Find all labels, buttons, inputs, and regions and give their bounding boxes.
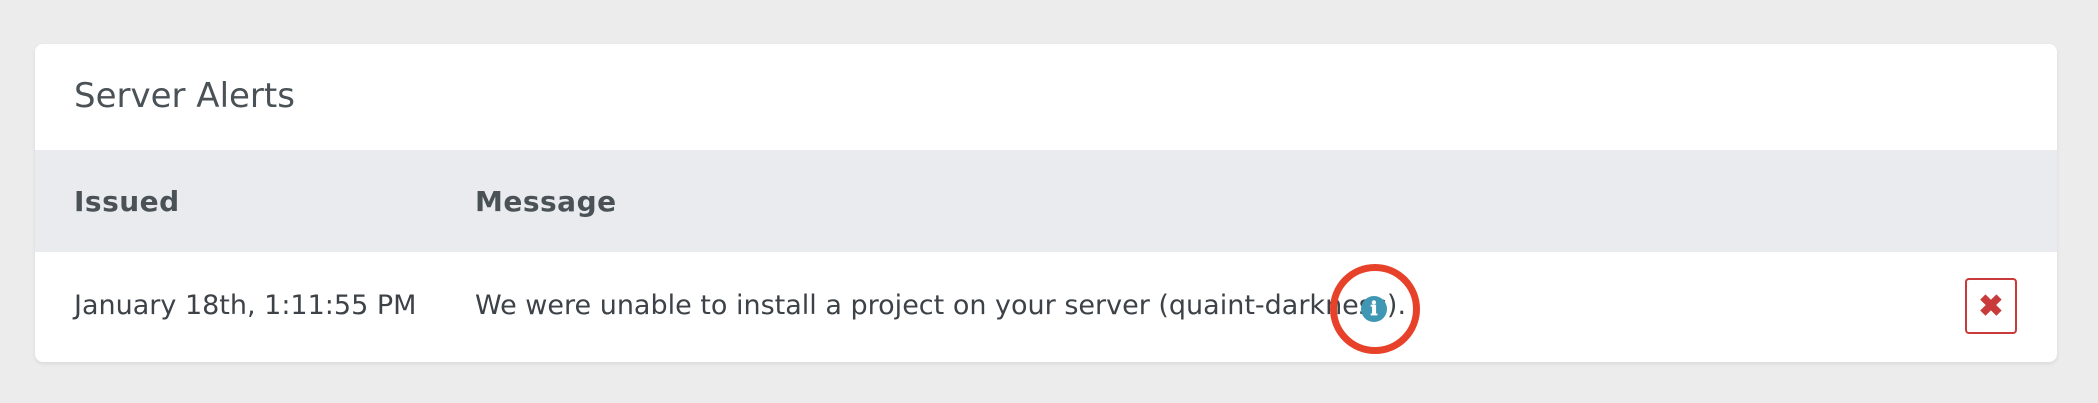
close-icon: ✖	[1978, 290, 2004, 323]
dismiss-alert-button[interactable]: ✖	[1965, 278, 2017, 334]
server-alerts-panel: Server Alerts Issued Message January 18t…	[35, 44, 2057, 362]
info-icon-highlight: ℹ	[1330, 264, 1420, 354]
column-header-message: Message	[475, 185, 617, 218]
column-header-issued: Issued	[74, 185, 180, 218]
panel-title: Server Alerts	[74, 76, 295, 116]
table-header-row: Issued Message	[35, 150, 2057, 252]
panel-header: Server Alerts	[35, 44, 2057, 150]
alert-issued-time: January 18th, 1:11:55 PM	[74, 290, 417, 321]
alert-message: We were unable to install a project on y…	[475, 290, 1407, 321]
table-row: January 18th, 1:11:55 PM We were unable …	[35, 252, 2057, 362]
info-icon[interactable]: ℹ	[1361, 296, 1387, 322]
